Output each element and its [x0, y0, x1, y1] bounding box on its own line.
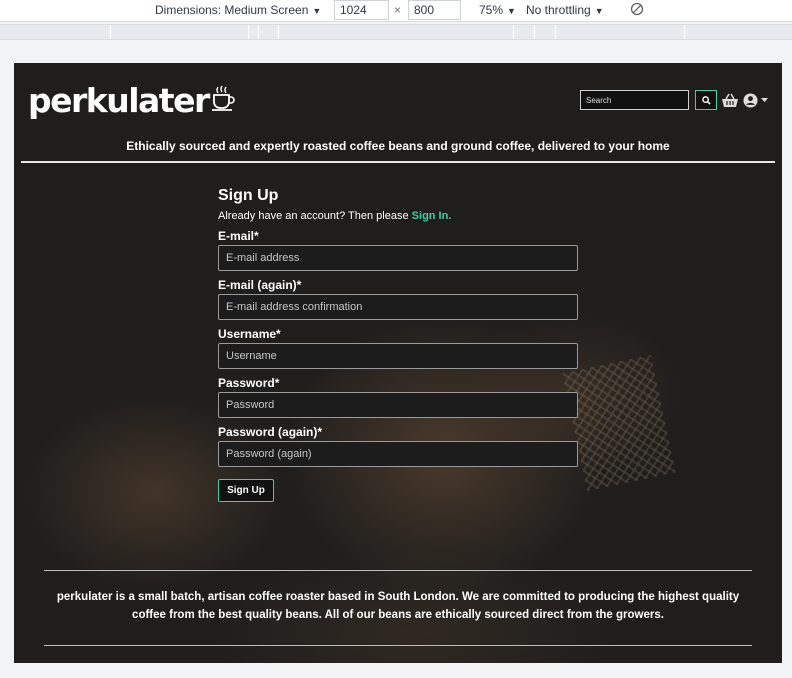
devtools-toolbar: Dimensions: Medium Screen ▼ 1024 × 800 75… [0, 0, 792, 22]
password-label: Password* [218, 376, 280, 390]
header-nav [580, 90, 768, 110]
width-input[interactable]: 1024 [334, 0, 389, 20]
chevron-down-icon: ▼ [507, 6, 516, 16]
username-label: Username* [218, 327, 281, 341]
password-confirm-label: Password (again)* [218, 425, 323, 439]
zoom-select[interactable]: 75% ▼ [479, 0, 516, 22]
device-label: Dimensions: Medium Screen [155, 3, 309, 17]
sign-up-button[interactable]: Sign Up [218, 479, 274, 502]
rotate-icon[interactable] [630, 2, 644, 24]
zoom-label: 75% [479, 3, 504, 17]
footer-about: perkulater is a small batch, artisan cof… [56, 591, 740, 621]
basket-button[interactable] [721, 93, 739, 108]
logo-text: perkulater [28, 81, 210, 120]
throttle-label: No throttling [526, 3, 591, 17]
height-input[interactable]: 800 [408, 0, 461, 20]
footer-divider-bottom [44, 645, 752, 646]
cup-icon [211, 84, 237, 117]
footer-divider-top [44, 570, 752, 571]
device-select[interactable]: Dimensions: Medium Screen ▼ [155, 0, 321, 22]
basket-icon [722, 93, 738, 107]
signin-prompt-text: Already have an account? Then please [218, 210, 409, 222]
page-title: Sign Up [218, 187, 279, 204]
search-input[interactable] [580, 90, 689, 110]
chevron-down-icon [761, 97, 768, 102]
chevron-down-icon: ▼ [594, 6, 604, 16]
email-label: E-mail* [218, 229, 259, 243]
times-sign: × [394, 3, 402, 17]
password-confirm-field[interactable] [218, 441, 578, 467]
user-icon [743, 92, 758, 108]
email-confirm-label: E-mail (again)* [218, 278, 302, 292]
signup-form: Sign Up Already have an account? Then pl… [218, 187, 578, 502]
header-divider [21, 161, 775, 163]
chevron-down-icon: ▼ [312, 6, 322, 16]
throttle-select[interactable]: No throttling ▼ [526, 0, 604, 22]
sign-in-link[interactable]: Sign In. [412, 210, 452, 222]
email-field[interactable] [218, 245, 578, 271]
site-tagline: Ethically sourced and expertly roasted c… [126, 139, 670, 153]
search-icon [701, 95, 711, 105]
page-viewport: perkulater Ethically sourced and expertl… [14, 63, 782, 663]
media-query-ruler [0, 24, 792, 40]
site-logo[interactable]: perkulater [28, 83, 237, 119]
account-menu[interactable] [743, 92, 768, 108]
search-button[interactable] [695, 90, 717, 110]
username-field[interactable] [218, 343, 578, 369]
email-confirm-field[interactable] [218, 294, 578, 320]
password-field[interactable] [218, 392, 578, 418]
signin-prompt: Already have an account? Then please Sig… [218, 210, 578, 222]
